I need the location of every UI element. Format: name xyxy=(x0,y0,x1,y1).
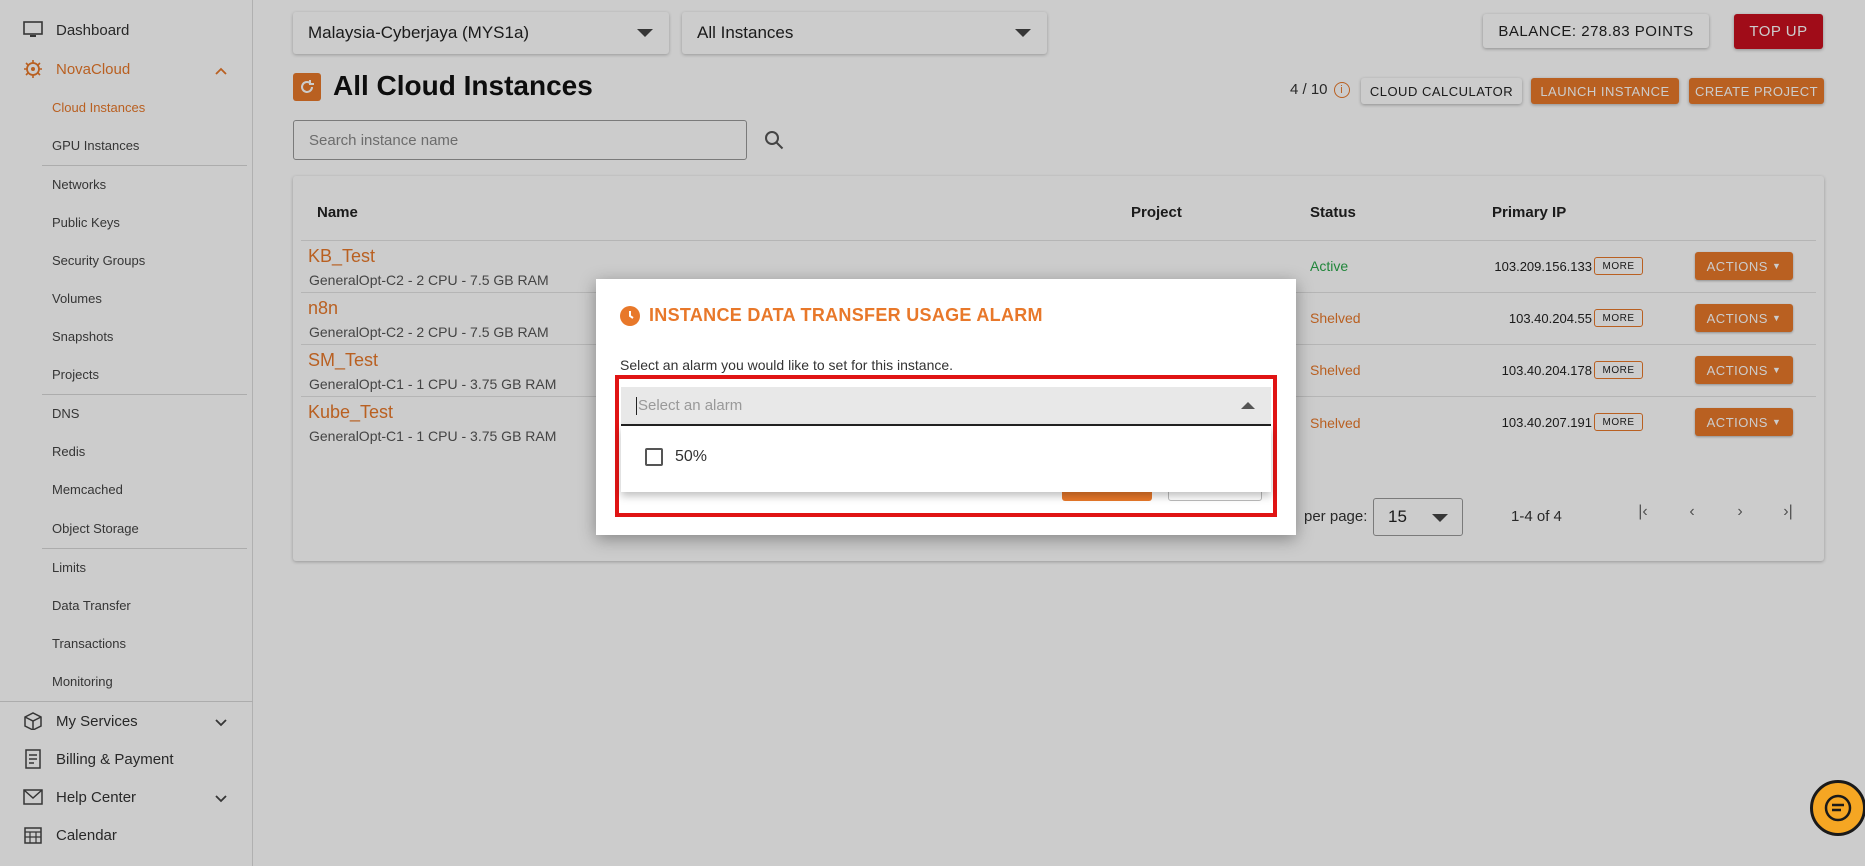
chat-button[interactable] xyxy=(1810,780,1865,836)
caret-up-icon xyxy=(1241,402,1255,409)
chat-icon xyxy=(1824,794,1852,822)
dialog-description: Select an alarm you would like to set fo… xyxy=(620,357,954,373)
alarm-option-50[interactable]: 50% xyxy=(645,448,707,466)
text-cursor xyxy=(636,396,637,415)
checkbox[interactable] xyxy=(645,448,663,466)
clock-icon xyxy=(620,305,640,326)
alarm-select-placeholder: Select an alarm xyxy=(638,397,743,414)
dialog-title-text: INSTANCE DATA TRANSFER USAGE ALARM xyxy=(649,305,1043,325)
alarm-options-menu: 50% xyxy=(621,426,1271,492)
alarm-option-label: 50% xyxy=(675,448,708,465)
alarm-select[interactable]: Select an alarm xyxy=(621,387,1271,426)
dialog-title: INSTANCE DATA TRANSFER USAGE ALARM xyxy=(620,305,1043,326)
